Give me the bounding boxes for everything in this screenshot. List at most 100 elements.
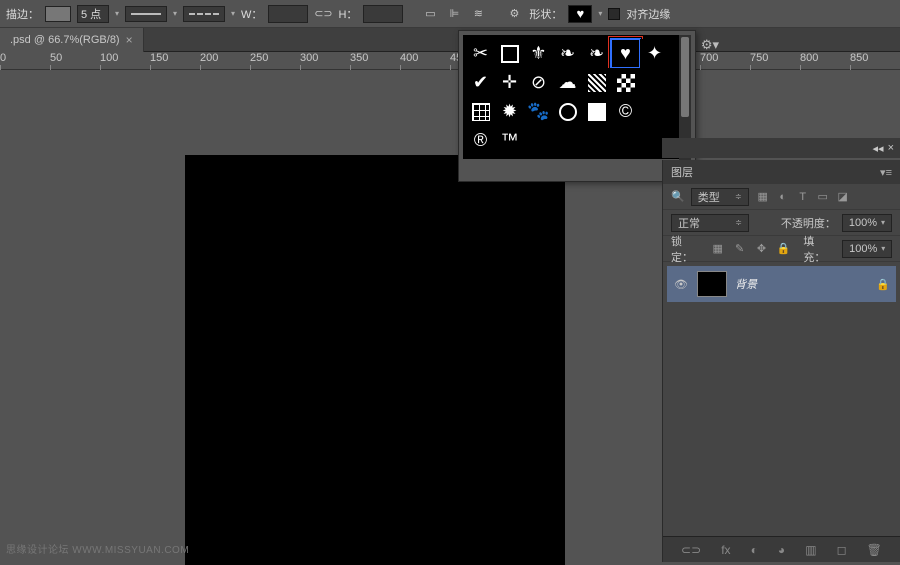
footer-icon[interactable]: ⊂⊃ [681, 543, 701, 557]
shape-cell[interactable]: ✛ [495, 68, 524, 97]
lock-label: 锁定： [671, 233, 704, 265]
shape-cell[interactable]: © [611, 97, 640, 126]
shape-label: 形状： [529, 6, 562, 22]
width-input[interactable] [268, 5, 308, 23]
ruler-tick: 250 [250, 52, 268, 64]
shape-cell[interactable]: 🐾 [524, 97, 553, 126]
caret-down-icon[interactable]: ▾ [231, 9, 235, 18]
close-icon[interactable]: × [888, 142, 894, 154]
height-label: H： [338, 6, 357, 22]
caret-down-icon[interactable]: ▾ [115, 9, 119, 18]
fill-input[interactable]: 100%▾ [842, 240, 892, 258]
path-ops-icon[interactable]: ▭ [421, 5, 439, 23]
caret-down-icon[interactable]: ▾ [598, 9, 602, 18]
shape-cell[interactable]: ✂ [466, 39, 495, 68]
heart-icon: ♥ [577, 6, 585, 21]
shape-cell[interactable] [582, 68, 611, 97]
watermark: 思缘设计论坛 WWW.MISSYUAN.COM [6, 541, 189, 556]
ruler-tick: 700 [700, 52, 718, 64]
height-input[interactable] [363, 5, 403, 23]
stroke-dash2-dropdown[interactable] [183, 6, 225, 22]
shape-cell[interactable] [611, 68, 640, 97]
caret-down-icon[interactable]: ▾ [173, 9, 177, 18]
shape-cell[interactable]: ✔ [466, 68, 495, 97]
opacity-input[interactable]: 100%▾ [842, 214, 892, 232]
shape-cell[interactable]: ❧ [582, 39, 611, 68]
filter-type-dropdown[interactable]: 类型≑ [691, 188, 749, 206]
collapse-icon[interactable]: ◂◂ [873, 142, 884, 155]
visibility-icon[interactable]: 👁 [673, 278, 689, 291]
scrollbar-thumb[interactable] [681, 37, 689, 117]
shape-cell[interactable] [466, 97, 495, 126]
shape-cell[interactable]: ✹ [495, 97, 524, 126]
lock-all-icon[interactable]: 🔒 [775, 241, 791, 257]
footer-icon[interactable]: ◐ [751, 543, 758, 557]
ruler-tick: 150 [150, 52, 168, 64]
panel-tab-bar: 图层 ▾≡ [663, 160, 900, 184]
link-wh-icon[interactable]: ⊂⊃ [314, 5, 332, 23]
document-tab[interactable]: .psd @ 66.7%(RGB/8) × [0, 28, 144, 52]
filter-icon[interactable]: ▭ [815, 189, 831, 205]
lock-transparent-icon[interactable]: ▦ [710, 241, 726, 257]
filter-icon[interactable]: ◐ [775, 189, 791, 205]
footer-icon[interactable]: ◻ [837, 543, 847, 557]
close-icon[interactable]: × [126, 33, 133, 47]
footer-icon[interactable]: ◕ [778, 543, 785, 557]
lock-position-icon[interactable]: ✥ [754, 241, 770, 257]
ruler-tick: 750 [750, 52, 768, 64]
lock-icon: 🔒 [876, 278, 890, 291]
ruler-tick: 100 [100, 52, 118, 64]
stroke-dash-dropdown[interactable] [125, 6, 167, 22]
shape-cell[interactable]: ☁ [553, 68, 582, 97]
gear-icon[interactable]: ⚙▾ [701, 37, 719, 53]
lock-fill-row: 锁定： ▦ ✎ ✥ 🔒 填充： 100%▾ [663, 236, 900, 262]
ruler-tick: 350 [350, 52, 368, 64]
shapes-picker-popup: ⚙▾ ✂⚜❧❧♥✦✔✛⊘☁✹🐾©®™ ◢ [458, 30, 696, 182]
canvas[interactable] [185, 155, 565, 565]
horizontal-ruler: 0501001502002503003504004505005506006507… [0, 52, 900, 70]
shape-cell[interactable] [582, 97, 611, 126]
shape-cell[interactable] [553, 97, 582, 126]
panel-collapse-bar: ◂◂ × [662, 138, 900, 158]
footer-icon[interactable]: 🗑 [867, 543, 882, 557]
panel-tab-layers[interactable]: 图层 [671, 164, 693, 180]
shape-cell[interactable]: ® [466, 126, 495, 155]
stroke-size-input[interactable]: 5 点 [77, 5, 109, 23]
shape-cell[interactable] [640, 68, 669, 97]
layer-name[interactable]: 背景 [735, 276, 868, 292]
layer-thumbnail[interactable] [697, 271, 727, 297]
ruler-tick: 200 [200, 52, 218, 64]
shape-cell[interactable]: ⊘ [524, 68, 553, 97]
shape-cell[interactable] [640, 97, 669, 126]
panel-footer: ⊂⊃ fx ◐ ◕ ▥ ◻ 🗑 [663, 536, 900, 562]
blend-mode-dropdown[interactable]: 正常≑ [671, 214, 749, 232]
stroke-color-swatch[interactable] [45, 6, 71, 22]
shape-dropdown[interactable]: ♥ [568, 5, 592, 23]
shape-cell[interactable]: ♥ [611, 39, 640, 68]
shape-cell[interactable]: ⚜ [524, 39, 553, 68]
gear-icon[interactable]: ⚙ [505, 5, 523, 23]
ruler-tick: 800 [800, 52, 818, 64]
layers-list: 👁 背景 🔒 [663, 262, 900, 306]
footer-icon[interactable]: ▥ [805, 543, 816, 557]
lock-paint-icon[interactable]: ✎ [732, 241, 748, 257]
width-label: W： [241, 6, 262, 22]
align-edges-checkbox[interactable] [608, 8, 620, 20]
shape-cell[interactable]: ✦ [640, 39, 669, 68]
opacity-label: 不透明度： [781, 215, 836, 231]
ruler-tick: 850 [850, 52, 868, 64]
shape-cell[interactable] [495, 39, 524, 68]
shape-cell[interactable]: ™ [495, 126, 524, 155]
align-icon[interactable]: ⊫ [445, 5, 463, 23]
footer-icon[interactable]: fx [721, 543, 730, 557]
filter-icon[interactable]: ▦ [755, 189, 771, 205]
filter-icon[interactable]: T [795, 189, 811, 205]
layer-filter-row: 🔍 类型≑ ▦◐T▭◪ [663, 184, 900, 210]
search-icon[interactable]: 🔍 [671, 190, 685, 203]
layer-item[interactable]: 👁 背景 🔒 [667, 266, 896, 302]
arrange-icon[interactable]: ≋ [469, 5, 487, 23]
ruler-tick: 400 [400, 52, 418, 64]
panel-menu-icon[interactable]: ▾≡ [880, 166, 892, 179]
filter-icon[interactable]: ◪ [835, 189, 851, 205]
shape-cell[interactable]: ❧ [553, 39, 582, 68]
